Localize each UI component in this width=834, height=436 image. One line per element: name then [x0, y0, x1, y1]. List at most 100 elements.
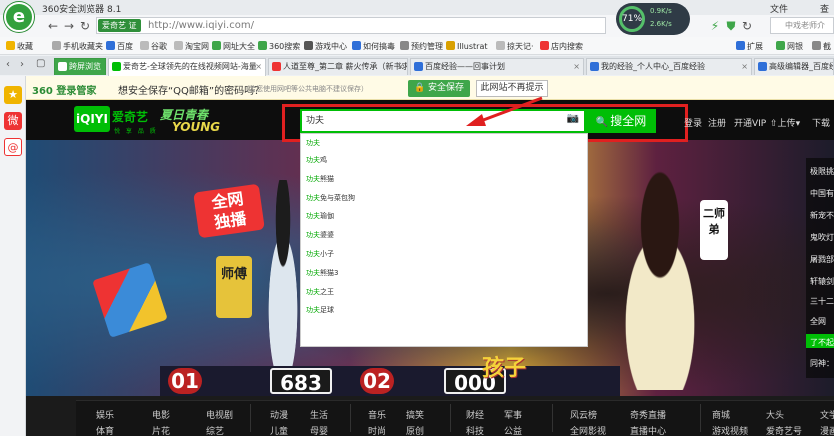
- channel-link[interactable]: 漫画: [820, 424, 834, 436]
- channel-link[interactable]: 电影: [152, 408, 170, 421]
- channel-link[interactable]: 电视剧: [206, 408, 233, 421]
- suggestion-item[interactable]: 功夫熊猫: [306, 170, 334, 188]
- channel-link[interactable]: 直播中心: [630, 424, 666, 436]
- address-url[interactable]: http://www.iqiyi.com/: [148, 20, 254, 31]
- bookmark-item[interactable]: 掠天记·: [496, 41, 534, 52]
- bookmark-item[interactable]: 预约管理: [400, 41, 443, 52]
- channel-link[interactable]: 公益: [504, 424, 522, 436]
- browser-search-input[interactable]: 中戏老师介: [770, 17, 834, 34]
- vip-link[interactable]: 开通VIP: [734, 116, 766, 129]
- upload-link[interactable]: ⇧上传▾: [770, 116, 800, 129]
- site-verified-badge[interactable]: 爱奇艺 证: [98, 19, 141, 32]
- bookmark-item[interactable]: 如何搞毒: [352, 41, 395, 52]
- mail-icon[interactable]: @: [4, 138, 22, 156]
- back-icon[interactable]: ←: [46, 19, 60, 33]
- menu-file[interactable]: 文件: [770, 2, 788, 15]
- rail-item[interactable]: 三十二: [810, 296, 834, 307]
- channel-link[interactable]: 风云榜: [570, 408, 597, 421]
- rail-item[interactable]: 轩辕剑: [810, 276, 834, 287]
- rail-item[interactable]: 中国有: [810, 188, 834, 199]
- channel-link[interactable]: 综艺: [206, 424, 224, 436]
- channel-link[interactable]: 全网影视: [570, 424, 606, 436]
- close-tab-icon[interactable]: ×: [741, 59, 748, 74]
- suggestion-item[interactable]: 功夫之王: [306, 283, 334, 301]
- bookmark-item[interactable]: Illustrat: [446, 41, 488, 51]
- rail-item[interactable]: 了不起: [810, 337, 834, 348]
- suggestion-item[interactable]: 功夫足球: [306, 301, 334, 319]
- refresh-icon[interactable]: ↻: [78, 19, 92, 33]
- register-link[interactable]: 注册: [708, 116, 726, 129]
- rail-item[interactable]: 鬼吹灯: [810, 232, 834, 243]
- suggestion-item[interactable]: 功夫瑜伽: [306, 207, 334, 225]
- tab-my-experience[interactable]: 我的经验_个人中心_百度经验 ×: [586, 58, 752, 75]
- bookmark-item[interactable]: 百度: [106, 41, 133, 52]
- channel-link[interactable]: 爱奇艺号: [766, 424, 802, 436]
- close-tab-icon[interactable]: ×: [397, 59, 404, 74]
- suggestion-item[interactable]: 功夫小子: [306, 245, 334, 263]
- tab-cross-screen[interactable]: 跨屏浏览: [54, 58, 106, 75]
- bookmark-item[interactable]: 手机收藏夹: [52, 41, 103, 52]
- channel-link[interactable]: 音乐: [368, 408, 386, 421]
- bookmark-item[interactable]: 店内搜索: [540, 41, 583, 52]
- bookmark-item[interactable]: 谷歌: [140, 41, 167, 52]
- suggestion-item[interactable]: 功夫免与菜包狗: [306, 189, 355, 207]
- channel-link[interactable]: 奇秀直播: [630, 408, 666, 421]
- lightning-icon[interactable]: ⚡: [708, 19, 722, 33]
- channel-link[interactable]: 财经: [466, 408, 484, 421]
- forward-icon[interactable]: →: [62, 19, 76, 33]
- shield-icon[interactable]: ⛊: [724, 19, 738, 33]
- channel-link[interactable]: 生活: [310, 408, 328, 421]
- bookmark-item[interactable]: 网址大全: [212, 41, 255, 52]
- close-tab-icon[interactable]: ×: [573, 59, 580, 74]
- suggestion-item[interactable]: 功夫鸡: [306, 151, 327, 169]
- restore-icon[interactable]: ▢: [36, 58, 45, 69]
- rail-item[interactable]: 极限挑: [810, 166, 834, 177]
- bookmark-item[interactable]: 游戏中心: [304, 41, 347, 52]
- suggestion-item[interactable]: 功夫婆婆: [306, 226, 334, 244]
- suggestion-item[interactable]: 功夫熊猫3: [306, 264, 338, 282]
- login-link[interactable]: 登录: [684, 116, 702, 129]
- tab-iqiyi[interactable]: 爱奇艺-全球领先的在线视频网站-海量 ×: [108, 58, 266, 76]
- channel-link[interactable]: 文学: [820, 408, 834, 421]
- favorites-star-icon[interactable]: ★: [4, 86, 22, 104]
- tab-next-icon[interactable]: ›: [20, 59, 24, 70]
- rail-item[interactable]: 全网: [810, 316, 826, 327]
- channel-link[interactable]: 娱乐: [96, 408, 114, 421]
- camera-icon[interactable]: 📷: [566, 113, 580, 125]
- bookmark-item[interactable]: 淘宝网: [174, 41, 209, 52]
- close-tab-icon[interactable]: ×: [255, 59, 262, 74]
- weibo-icon[interactable]: 微: [4, 112, 22, 130]
- search-all-button[interactable]: 🔍 搜全网: [586, 109, 656, 133]
- iqiyi-logo[interactable]: iQIYI: [74, 106, 110, 132]
- tab-editor[interactable]: 高级编辑器_百度经验: [754, 58, 834, 75]
- bookmark-item[interactable]: 360搜索: [258, 41, 300, 52]
- channel-link[interactable]: 军事: [504, 408, 522, 421]
- channel-link[interactable]: 科技: [466, 424, 484, 436]
- tab-prev-icon[interactable]: ‹: [6, 59, 10, 70]
- tab-baidu-plan[interactable]: 百度经验——回事计划 ×: [410, 58, 584, 75]
- channel-link[interactable]: 商城: [712, 408, 730, 421]
- channel-link[interactable]: 母婴: [310, 424, 328, 436]
- bookmark-favorites[interactable]: 收藏: [6, 41, 33, 52]
- channel-link[interactable]: 时尚: [368, 424, 386, 436]
- channel-link[interactable]: 原创: [406, 424, 424, 436]
- extensions-button[interactable]: 扩展: [736, 41, 763, 52]
- channel-link[interactable]: 片花: [152, 424, 170, 436]
- suggestion-item[interactable]: 功夫: [306, 134, 320, 152]
- channel-link[interactable]: 大头: [766, 408, 784, 421]
- rail-item[interactable]: 新宠不: [810, 210, 834, 221]
- channel-link[interactable]: 动漫: [270, 408, 288, 421]
- safe-save-button[interactable]: 🔒 安全保存: [408, 80, 470, 97]
- channel-link[interactable]: 搞笑: [406, 408, 424, 421]
- download-link[interactable]: 下载: [812, 116, 830, 129]
- channel-link[interactable]: 儿童: [270, 424, 288, 436]
- rail-item[interactable]: 屠戮部: [810, 254, 834, 265]
- screenshot-button[interactable]: 截: [812, 41, 831, 52]
- rail-item[interactable]: 同神：: [810, 358, 834, 369]
- refresh-small-icon[interactable]: ↻: [740, 19, 754, 33]
- channel-link[interactable]: 体育: [96, 424, 114, 436]
- channel-link[interactable]: 游戏视频: [712, 424, 748, 436]
- browser-logo-icon[interactable]: e: [4, 2, 34, 32]
- never-prompt-button[interactable]: 此网站不再提示: [476, 80, 548, 97]
- tab-novel[interactable]: 人道至尊_第二章 薪火传承（新书求支 ×: [268, 58, 408, 75]
